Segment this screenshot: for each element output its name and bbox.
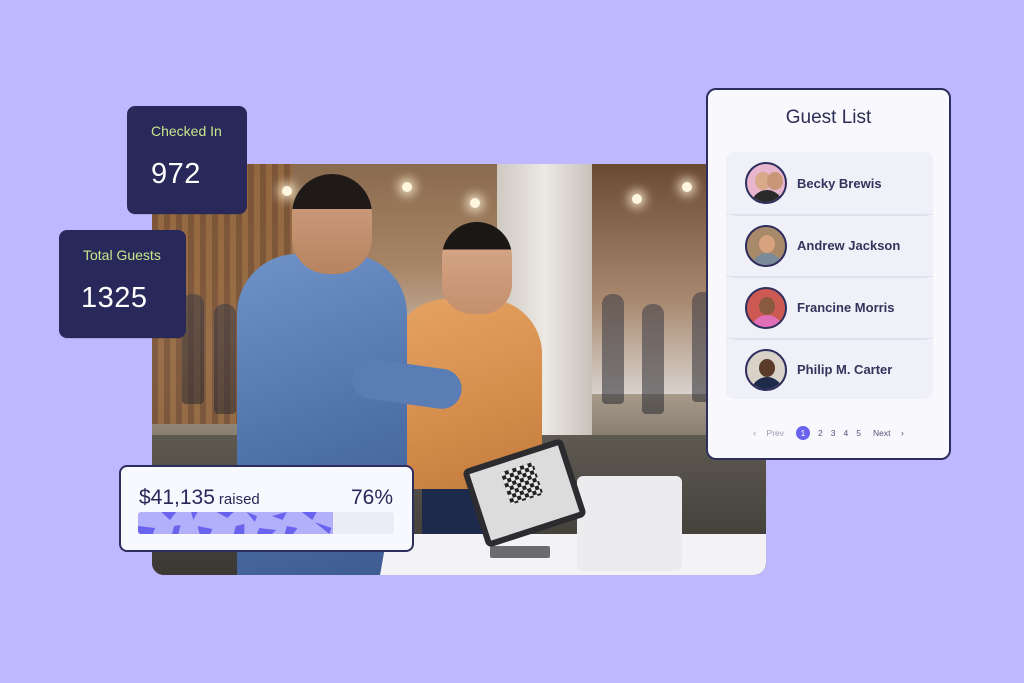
photo-laptop xyxy=(577,476,682,571)
photo-table xyxy=(376,534,766,575)
photo-person xyxy=(292,174,372,274)
photo-person xyxy=(442,222,512,314)
checked-in-label: Checked In xyxy=(151,123,222,139)
photo-crowd xyxy=(214,304,236,414)
avatar xyxy=(745,162,787,204)
page-1-button[interactable]: 1 xyxy=(796,426,811,440)
avatar-shoulders xyxy=(751,314,783,327)
guest-list-title: Guest List xyxy=(785,107,872,128)
chevron-left-icon: ‹ xyxy=(753,428,757,438)
prev-label: Prev xyxy=(766,428,785,438)
chevron-right-icon: › xyxy=(900,428,904,438)
guest-row[interactable]: Francine Morris xyxy=(726,276,933,338)
prev-button[interactable]: ‹ Prev xyxy=(749,428,788,438)
checked-in-card: Checked In 972 xyxy=(127,106,247,214)
page-2-button[interactable]: 2 xyxy=(818,428,823,438)
guest-list: Becky Brewis Andrew Jackson Francine Mor… xyxy=(726,152,933,399)
photo-light xyxy=(402,182,412,192)
photo-crowd xyxy=(602,294,624,404)
next-label: Next xyxy=(872,428,891,438)
progress-fill xyxy=(138,512,333,534)
fundraising-card: $41,135 raised 76% xyxy=(119,465,414,552)
avatar-shoulders xyxy=(751,376,783,389)
qr-code-icon xyxy=(500,461,544,505)
pagination: ‹ Prev 1 2 3 4 5 Next › xyxy=(708,426,949,440)
photo-light xyxy=(282,186,292,196)
page-5-button[interactable]: 5 xyxy=(856,428,861,438)
progress-bar xyxy=(138,512,394,534)
photo-kiosk-stand xyxy=(490,546,550,558)
guest-name: Philip M. Carter xyxy=(797,362,893,377)
guest-row[interactable]: Becky Brewis xyxy=(726,152,933,214)
avatar xyxy=(745,224,787,267)
row-divider xyxy=(734,215,927,216)
total-guests-card: Total Guests 1325 xyxy=(59,230,186,338)
avatar-face xyxy=(759,296,775,315)
avatar-shoulders xyxy=(751,190,783,202)
avatar-face xyxy=(759,358,775,377)
avatar xyxy=(745,348,787,391)
raised-amount-value: $41,135 xyxy=(139,486,215,509)
guest-name: Francine Morris xyxy=(797,300,895,315)
page-4-button[interactable]: 4 xyxy=(844,428,849,438)
total-guests-label: Total Guests xyxy=(83,247,161,263)
raised-suffix: raised xyxy=(218,491,260,508)
photo-light xyxy=(470,198,480,208)
guest-row[interactable]: Philip M. Carter xyxy=(726,338,933,400)
avatar-shoulders xyxy=(751,252,783,265)
confetti-pattern-icon xyxy=(138,512,332,534)
row-divider xyxy=(734,339,927,340)
guest-name: Andrew Jackson xyxy=(797,238,901,253)
row-divider xyxy=(734,277,927,278)
raised-amount: $41,135 raised xyxy=(139,486,260,510)
raised-percent: 76% xyxy=(350,486,393,509)
avatar-face xyxy=(767,172,783,190)
total-guests-value: 1325 xyxy=(81,282,148,314)
next-button[interactable]: Next › xyxy=(869,428,908,438)
photo-light xyxy=(682,182,692,192)
checked-in-value: 972 xyxy=(151,158,201,190)
avatar-face xyxy=(759,234,775,253)
guest-list-card: Guest List Becky Brewis Andrew Jackson F… xyxy=(706,88,951,460)
guest-name: Becky Brewis xyxy=(797,175,882,191)
guest-row[interactable]: Andrew Jackson xyxy=(726,214,933,276)
page-3-button[interactable]: 3 xyxy=(831,428,836,438)
photo-light xyxy=(632,194,642,204)
photo-crowd xyxy=(642,304,664,414)
avatar xyxy=(745,286,787,329)
